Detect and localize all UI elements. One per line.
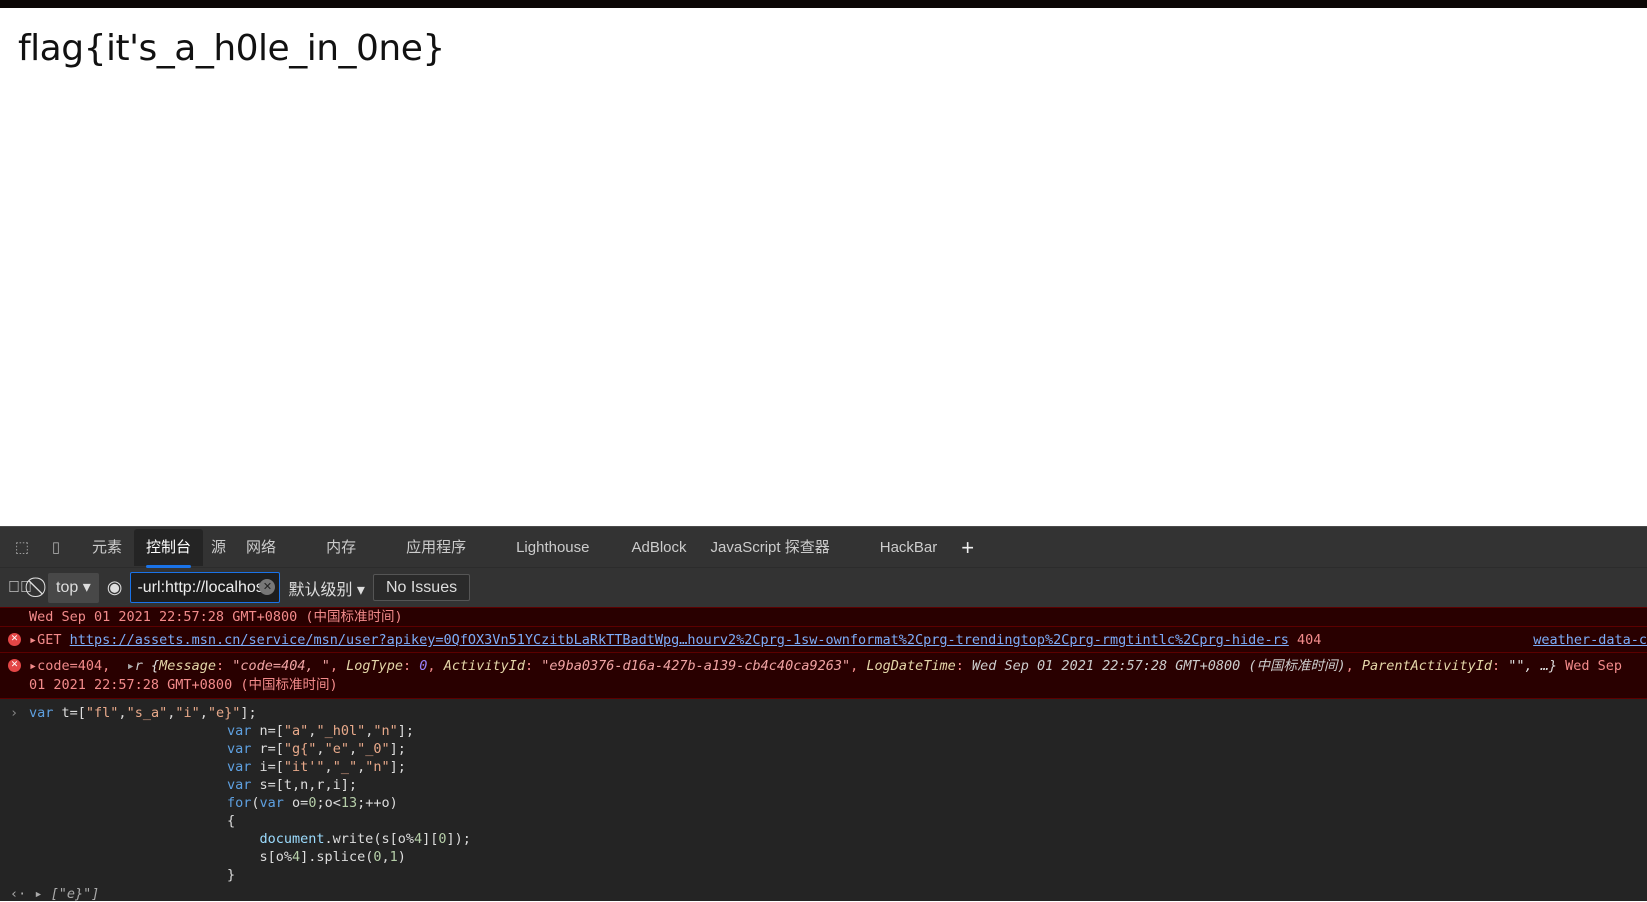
browser-top-bar xyxy=(0,0,1647,8)
inspect-element-icon[interactable]: ⬚ xyxy=(10,535,34,559)
date-line-continued: 01 2021 22:57:28 GMT+0800 (中国标准时间) xyxy=(29,677,338,693)
code-line: var n=["a","_h0l","n"]; xyxy=(227,723,415,739)
error-icon: ✕ xyxy=(8,659,21,672)
code-line: var s=[t,n,r,i]; xyxy=(227,777,358,793)
clear-filter-icon[interactable]: ✕ xyxy=(259,579,276,595)
tab-sources[interactable]: 源 xyxy=(203,529,234,566)
console-date-line: Wed Sep 01 2021 22:57:28 GMT+0800 (中国标准时… xyxy=(0,607,1647,627)
error-icon: ✕ xyxy=(8,633,21,646)
filter-input[interactable]: -url:http://localhos ✕ xyxy=(130,572,281,603)
tab-memory[interactable]: 内存 xyxy=(314,529,394,566)
obj-key: LogType xyxy=(346,658,404,674)
request-url-link[interactable]: https://assets.msn.cn/service/msn/user?a… xyxy=(70,632,1289,648)
filter-value: -url:http://localhos xyxy=(137,579,264,596)
code-line: document.write(s[o%4][0]); xyxy=(259,831,471,847)
code-line: var i=["it'","_","n"]; xyxy=(227,759,406,775)
result-arrow-icon: ‹· xyxy=(10,886,27,902)
date-tail: Wed Sep xyxy=(1565,658,1623,674)
code-line: for(var o=0;o<13;++o) xyxy=(227,795,398,811)
log-level-dropdown[interactable]: 默认级别 ▾ xyxy=(288,576,365,600)
console-toolbar: ▶⃞ ⃠ top ▾ ◉ -url:http://localhos✕ 默认级别 … xyxy=(0,567,1647,607)
devtools-tabbar: ⬚ ▯ 元素 控制台 源 网络 内存 应用程序 Lighthouse AdBlo… xyxy=(0,526,1647,568)
expand-arrow-icon[interactable]: ▸ xyxy=(29,658,37,674)
devtools-panel: ⬚ ▯ 元素 控制台 源 网络 内存 应用程序 Lighthouse AdBlo… xyxy=(0,526,1647,902)
tab-application[interactable]: 应用程序 xyxy=(394,529,504,566)
result-value: ▸ ["e}"] xyxy=(34,886,100,902)
tab-hackbar[interactable]: HackBar xyxy=(868,529,950,566)
tab-adblock[interactable]: AdBlock xyxy=(620,529,699,566)
issues-button[interactable]: No Issues xyxy=(372,574,471,601)
tab-network[interactable]: 网络 xyxy=(234,529,314,566)
code-line: { xyxy=(227,813,236,829)
code-prefix: code=404, xyxy=(37,658,111,674)
context-selector[interactable]: top ▾ xyxy=(48,572,99,603)
obj-value: "", …} xyxy=(1508,658,1557,674)
obj-value: "e9ba0376-d16a-427b-a139-cb4c40ca9263" xyxy=(541,658,851,674)
obj-key: ParentActivityId xyxy=(1361,658,1492,674)
code-line: } xyxy=(227,867,236,883)
tab-console[interactable]: 控制台 xyxy=(134,528,204,568)
code-line: var r=["g{","e","_0"]; xyxy=(227,741,406,757)
tab-elements[interactable]: 元素 xyxy=(80,529,134,566)
prompt-chevron-icon: › xyxy=(10,705,19,721)
code-line: s[o%4].splice(0,1) xyxy=(227,849,406,865)
console-result[interactable]: ‹· ▸ ["e}"] xyxy=(10,886,99,902)
expand-object-icon[interactable]: ▸ xyxy=(127,658,135,674)
obj-value: 0 xyxy=(419,658,428,674)
add-tab-icon[interactable]: + xyxy=(949,529,986,566)
context-value: top xyxy=(56,578,79,596)
code-line: var t=["fl","s_a","i","e}"]; xyxy=(29,705,257,721)
tab-js-profiler[interactable]: JavaScript 探查器 xyxy=(699,529,868,566)
http-method: GET xyxy=(37,632,62,648)
live-expression-eye-icon[interactable]: ◉ xyxy=(107,577,123,598)
obj-key: ActivityId xyxy=(443,658,525,674)
log-level-value: 默认级别 xyxy=(288,581,353,599)
status-code: 404 xyxy=(1296,632,1322,648)
sidebar-toggle-icon[interactable]: ▶⃞ xyxy=(8,579,32,597)
obj-key: LogDateTime xyxy=(866,658,956,674)
console-input-block: › var t=["fl","s_a","i","e}"];var n=["a",… xyxy=(0,699,1647,884)
console-error-code: ✕ ▸code=404, ▸r {Message: "code=404, ", … xyxy=(0,653,1647,699)
object-name: r xyxy=(134,658,143,674)
console-error-get: ✕ ▸GET https://assets.msn.cn/service/msn… xyxy=(0,627,1647,653)
device-toolbar-icon[interactable]: ▯ xyxy=(44,535,68,559)
obj-value: Wed Sep 01 2021 22:57:28 GMT+0800 (中国标准时… xyxy=(972,658,1346,674)
obj-key: Message xyxy=(159,658,217,674)
source-link[interactable]: weather-data-c xyxy=(1529,627,1647,652)
expand-arrow-icon[interactable]: ▸ xyxy=(29,632,37,648)
obj-value: "code=404, " xyxy=(232,658,330,674)
page-flag-text: flag{it's_a_h0le_in_0ne} xyxy=(18,28,445,69)
tab-lighthouse[interactable]: Lighthouse xyxy=(504,529,619,566)
